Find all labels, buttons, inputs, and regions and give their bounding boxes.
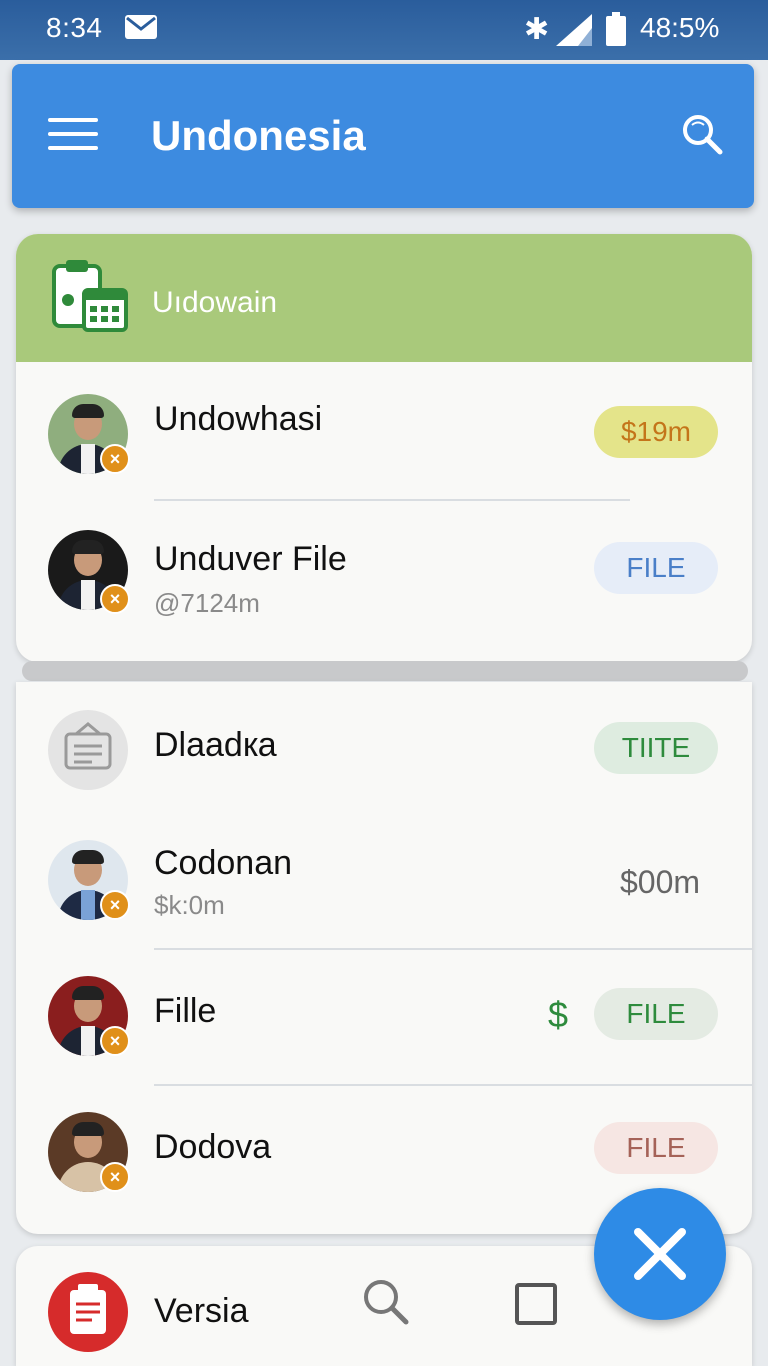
item-name: Fille bbox=[154, 992, 217, 1030]
divider bbox=[154, 499, 630, 501]
status-badge: TIITE bbox=[594, 722, 718, 774]
list-item[interactable]: × Unduver File @7124m FILE bbox=[16, 514, 752, 654]
battery-percent: 48:5% bbox=[640, 12, 720, 43]
item-name: Undowhasi bbox=[154, 400, 323, 438]
card-header-title: Uıdowain bbox=[152, 286, 278, 319]
dollar-icon: $ bbox=[548, 994, 569, 1035]
card-header: Uıdowain bbox=[16, 234, 752, 362]
item-name: Dodova bbox=[154, 1128, 272, 1166]
list-item[interactable]: Dlaadкa TIITE bbox=[16, 702, 752, 812]
item-value: $00m bbox=[620, 864, 701, 900]
app-bar: Undonesia bbox=[12, 64, 754, 208]
mail-icon bbox=[125, 15, 157, 39]
divider bbox=[154, 948, 752, 950]
task-list-icon bbox=[48, 710, 128, 790]
file-badge[interactable]: FILE bbox=[594, 988, 718, 1040]
item-subtitle: @7124m bbox=[154, 588, 260, 618]
card-secondary: Dlaadкa TIITE × Codonan $k:0m $00m × Fil… bbox=[16, 682, 752, 1234]
item-name: Codonan bbox=[154, 844, 293, 882]
task-icon[interactable] bbox=[48, 1272, 128, 1352]
file-badge[interactable]: FILE bbox=[594, 1122, 718, 1174]
app-title: Undonesia bbox=[151, 112, 366, 159]
square-icon[interactable] bbox=[514, 1282, 558, 1326]
close-icon[interactable]: × bbox=[100, 444, 130, 474]
bluetooth-icon: ✱ bbox=[524, 13, 550, 46]
search-icon[interactable] bbox=[680, 112, 724, 156]
list-item[interactable]: × Codonan $k:0m $00m bbox=[16, 822, 752, 948]
status-time: 8:34 bbox=[46, 12, 103, 43]
divider bbox=[154, 1084, 752, 1086]
battery-icon bbox=[606, 12, 626, 46]
list-item[interactable]: × Undowhasi $19m bbox=[16, 374, 752, 504]
menu-icon[interactable] bbox=[48, 118, 98, 154]
close-icon[interactable]: × bbox=[100, 1026, 130, 1056]
bottom-label: Versia bbox=[154, 1292, 249, 1330]
file-badge[interactable]: FILE bbox=[594, 542, 718, 594]
status-bar: 8:34 ✱ 48:5% bbox=[0, 0, 768, 60]
status-badge: $19m bbox=[594, 406, 718, 458]
item-subtitle: $k:0m bbox=[154, 890, 225, 920]
signal-icon bbox=[556, 14, 592, 46]
close-icon[interactable]: × bbox=[100, 584, 130, 614]
item-name: Dlaadкa bbox=[154, 726, 277, 764]
section-divider bbox=[22, 661, 748, 681]
close-icon[interactable]: × bbox=[100, 890, 130, 920]
clipboard-calendar-icon bbox=[52, 260, 128, 332]
search-icon[interactable] bbox=[360, 1276, 410, 1326]
close-icon[interactable]: × bbox=[100, 1162, 130, 1192]
close-fab-button[interactable] bbox=[594, 1188, 726, 1320]
card-primary: Uıdowain × Undowhasi $19m × Unduver File… bbox=[16, 234, 752, 662]
close-icon bbox=[634, 1228, 686, 1280]
list-item[interactable]: × Fille $ FILE bbox=[16, 962, 752, 1088]
item-name: Unduver File bbox=[154, 540, 347, 578]
